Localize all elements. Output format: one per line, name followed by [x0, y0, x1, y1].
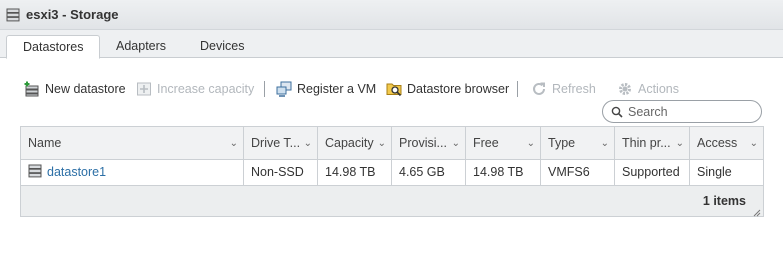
search-icon: [611, 106, 623, 118]
cell-type: VMFS6: [541, 160, 615, 185]
datastore-browser-label: Datastore browser: [407, 82, 510, 96]
cell-free: 14.98 TB: [466, 160, 541, 185]
tab-datastores[interactable]: Datastores: [6, 35, 101, 59]
increase-capacity-button[interactable]: Increase capacity: [136, 78, 254, 100]
chevron-down-icon[interactable]: ⌄: [676, 127, 684, 160]
window-title: esxi3 - Storage: [26, 7, 119, 22]
column-header-label: Thin pr...: [622, 136, 671, 150]
resize-grip-icon[interactable]: [753, 206, 761, 217]
chevron-down-icon[interactable]: ⌄: [378, 127, 386, 160]
search-input[interactable]: [628, 104, 756, 119]
refresh-icon: [531, 81, 547, 97]
register-vm-icon: [276, 81, 292, 97]
window-titlebar: esxi3 - Storage: [0, 0, 783, 30]
tab-bar: Datastores Adapters Devices: [0, 30, 783, 59]
cell-thin-provisioning: Supported: [615, 160, 690, 185]
column-header-label: Provisi...: [399, 136, 447, 150]
increase-capacity-icon: [136, 81, 152, 97]
chevron-down-icon[interactable]: ⌄: [750, 127, 758, 160]
grid-header: Name ⌄ Drive T... ⌄ Capacity ⌄ Provisi..…: [21, 127, 763, 160]
datastore-browser-button[interactable]: Datastore browser: [386, 78, 509, 100]
column-header-label: Type: [548, 136, 576, 150]
register-vm-label: Register a VM: [297, 82, 377, 96]
cell-name: datastore1: [21, 160, 244, 185]
cell-drive-type: Non-SSD: [244, 160, 318, 185]
chevron-down-icon[interactable]: ⌄: [230, 127, 238, 160]
column-header-capacity[interactable]: Capacity ⌄: [318, 127, 392, 160]
folder-search-icon: [386, 81, 402, 97]
cell-provisioned: 4.65 GB: [392, 160, 466, 185]
column-header-label: Drive T...: [251, 136, 301, 150]
chevron-down-icon[interactable]: ⌄: [452, 127, 460, 160]
column-header-free[interactable]: Free ⌄: [466, 127, 541, 160]
search-box: [602, 100, 762, 123]
cell-capacity: 14.98 TB: [318, 160, 392, 185]
toolbar-separator: [517, 81, 518, 97]
item-count: 1 items: [702, 194, 746, 208]
tab-devices[interactable]: Devices: [184, 35, 260, 59]
datastore-icon: [28, 162, 42, 178]
toolbar-separator: [264, 81, 265, 97]
column-header-label: Free: [473, 136, 499, 150]
actions-button[interactable]: Actions: [617, 78, 679, 100]
refresh-label: Refresh: [552, 82, 596, 96]
chevron-down-icon[interactable]: ⌄: [527, 127, 535, 160]
column-header-label: Access: [697, 136, 738, 150]
column-header-thin-provisioning[interactable]: Thin pr... ⌄: [615, 127, 690, 160]
new-datastore-label: New datastore: [45, 82, 126, 96]
column-header-provisioned[interactable]: Provisi... ⌄: [392, 127, 466, 160]
column-header-type[interactable]: Type ⌄: [541, 127, 615, 160]
datastores-grid: Name ⌄ Drive T... ⌄ Capacity ⌄ Provisi..…: [20, 126, 764, 217]
chevron-down-icon[interactable]: ⌄: [304, 127, 312, 160]
cell-access: Single: [697, 165, 732, 179]
table-row[interactable]: datastore1 Non-SSD 14.98 TB 4.65 GB 14.9…: [21, 160, 763, 186]
datastore-link[interactable]: datastore1: [47, 165, 106, 179]
register-vm-button[interactable]: Register a VM: [276, 78, 376, 100]
increase-capacity-label: Increase capacity: [157, 82, 255, 96]
storage-icon: [6, 8, 20, 22]
column-header-label: Capacity: [325, 136, 374, 150]
column-header-drive-type[interactable]: Drive T... ⌄: [244, 127, 318, 160]
actions-label: Actions: [638, 82, 679, 96]
column-header-access[interactable]: Access ⌄: [690, 127, 763, 160]
refresh-button[interactable]: Refresh: [531, 78, 596, 100]
gear-icon: [617, 81, 633, 97]
chevron-down-icon[interactable]: ⌄: [601, 127, 609, 160]
new-datastore-button[interactable]: New datastore: [24, 78, 126, 100]
new-datastore-icon: [24, 81, 40, 97]
column-header-name[interactable]: Name ⌄: [21, 127, 244, 160]
column-header-label: Name: [28, 136, 62, 150]
tab-adapters[interactable]: Adapters: [100, 35, 182, 59]
